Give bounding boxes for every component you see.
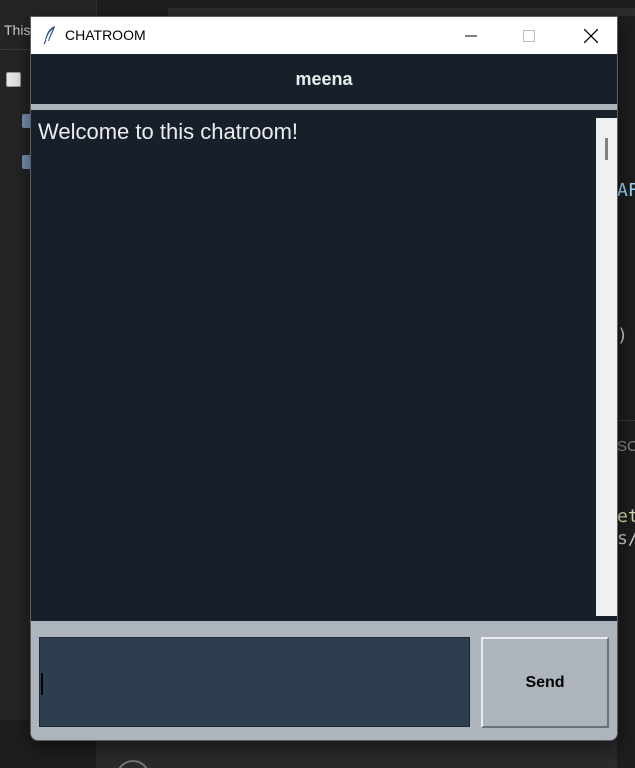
chat-messages-area[interactable]: Welcome to this chatroom! <box>31 110 617 621</box>
chatroom-window: CHATROOM meena Welcome to this chatroom!… <box>30 16 618 741</box>
message-input[interactable] <box>39 637 470 727</box>
maximize-icon <box>523 29 535 42</box>
minimize-button[interactable] <box>448 17 494 54</box>
background-checkbox[interactable] <box>6 72 21 87</box>
background-editor-divider <box>617 420 635 421</box>
user-name-label: meena <box>295 68 353 89</box>
background-code-fragment: et <box>617 506 635 527</box>
background-editor <box>617 16 635 768</box>
feather-icon <box>43 26 55 45</box>
send-button[interactable]: Send <box>481 637 609 728</box>
chat-scrollbar[interactable] <box>596 118 617 616</box>
chat-message: Welcome to this chatroom! <box>38 119 299 144</box>
background-bottom-area <box>96 740 635 768</box>
background-code-fragment: s/ <box>617 528 635 549</box>
close-icon <box>584 28 598 43</box>
close-button[interactable] <box>564 17 617 54</box>
background-tab-label: This <box>4 22 31 38</box>
background-code-fragment: ) <box>617 325 628 346</box>
title-bar[interactable]: CHATROOM <box>31 17 617 54</box>
chat-header: meena <box>31 54 617 104</box>
message-compose-bar: Send <box>31 621 617 740</box>
maximize-button[interactable] <box>506 17 552 54</box>
background-code-fragment: AF <box>617 180 635 201</box>
background-code-fragment: SC <box>617 438 635 455</box>
scrollbar-thumb[interactable] <box>605 138 608 160</box>
window-title: CHATROOM <box>65 27 146 43</box>
text-cursor <box>41 673 43 695</box>
minimize-icon <box>465 35 477 36</box>
